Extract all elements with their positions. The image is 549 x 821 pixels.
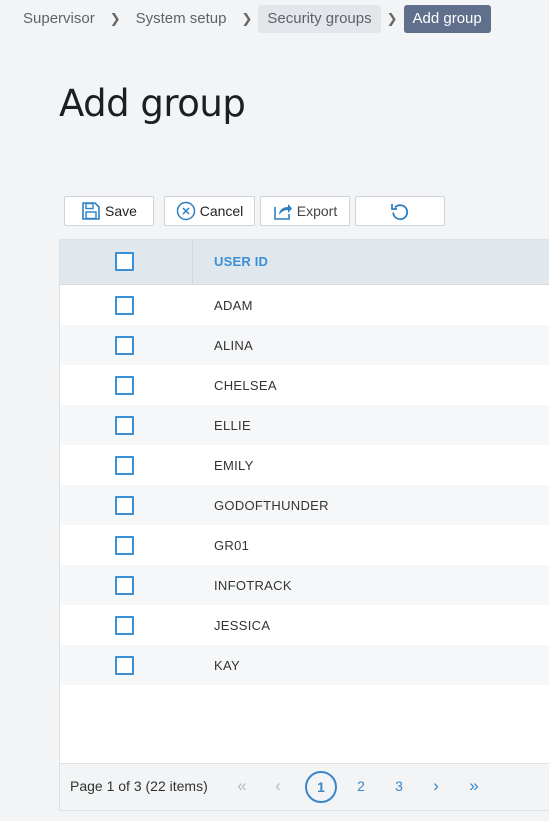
export-icon xyxy=(273,201,293,221)
row-checkbox[interactable] xyxy=(115,536,134,555)
next-page-icon[interactable]: › xyxy=(422,772,450,800)
row-checkbox[interactable] xyxy=(115,616,134,635)
first-page-icon[interactable]: « xyxy=(228,772,256,800)
chevron-right-icon: ❯ xyxy=(109,11,121,26)
table-row[interactable]: ELLIE xyxy=(60,405,549,445)
cancel-button[interactable]: Cancel xyxy=(164,196,255,226)
page-button-3[interactable]: 3 xyxy=(385,772,413,800)
breadcrumb-supervisor[interactable]: Supervisor xyxy=(14,5,104,33)
column-header-user-id[interactable]: USER ID xyxy=(214,254,268,269)
table-row[interactable]: ALINA xyxy=(60,325,549,365)
row-checkbox[interactable] xyxy=(115,416,134,435)
cancel-label: Cancel xyxy=(199,203,244,219)
user-id-cell: KAY xyxy=(214,658,240,673)
row-checkbox[interactable] xyxy=(115,576,134,595)
breadcrumb-system-setup[interactable]: System setup xyxy=(127,5,236,33)
table-row[interactable]: CHELSEA xyxy=(60,365,549,405)
user-id-cell: ADAM xyxy=(214,298,253,313)
user-id-cell: CHELSEA xyxy=(214,378,277,393)
user-id-cell: JESSICA xyxy=(214,618,271,633)
user-id-cell: INFOTRACK xyxy=(214,578,292,593)
breadcrumb-security-groups[interactable]: Security groups xyxy=(258,5,381,33)
select-all-checkbox[interactable] xyxy=(115,252,134,271)
chevron-right-icon: ❯ xyxy=(241,11,253,26)
select-column-header xyxy=(60,240,193,284)
last-page-icon[interactable]: » xyxy=(460,772,488,800)
grid-header: USER ID xyxy=(60,240,549,285)
page-button-1[interactable]: 1 xyxy=(305,771,337,803)
previous-page-icon[interactable]: ‹ xyxy=(264,772,292,800)
table-row[interactable]: ADAM xyxy=(60,285,549,325)
table-row[interactable]: EMILY xyxy=(60,445,549,485)
table-row[interactable]: KAY xyxy=(60,645,549,685)
pager: Page 1 of 3 (22 items) « ‹ 1 2 3 › » xyxy=(60,763,549,810)
page-title: Add group xyxy=(59,82,246,125)
users-grid: USER ID ADAM ALINA CHELSEA ELLIE EMILY G… xyxy=(59,239,549,811)
user-id-cell: ELLIE xyxy=(214,418,251,433)
save-label: Save xyxy=(105,203,137,219)
row-checkbox[interactable] xyxy=(115,656,134,675)
user-id-cell: GODOFTHUNDER xyxy=(214,498,329,513)
table-row[interactable]: JESSICA xyxy=(60,605,549,645)
export-label: Export xyxy=(296,203,338,219)
breadcrumb-add-group[interactable]: Add group xyxy=(403,5,491,33)
table-row[interactable]: GODOFTHUNDER xyxy=(60,485,549,525)
user-id-cell: GR01 xyxy=(214,538,250,553)
row-checkbox[interactable] xyxy=(115,496,134,515)
row-checkbox[interactable] xyxy=(115,456,134,475)
pager-info: Page 1 of 3 (22 items) xyxy=(70,778,208,794)
save-icon xyxy=(81,201,101,221)
chevron-right-icon: ❯ xyxy=(386,11,398,26)
grid-body: ADAM ALINA CHELSEA ELLIE EMILY GODOFTHUN… xyxy=(60,285,549,685)
user-id-cell: EMILY xyxy=(214,458,254,473)
table-row[interactable]: INFOTRACK xyxy=(60,565,549,605)
row-checkbox[interactable] xyxy=(115,376,134,395)
user-id-cell: ALINA xyxy=(214,338,254,353)
cancel-icon xyxy=(176,201,196,221)
row-checkbox[interactable] xyxy=(115,296,134,315)
refresh-icon xyxy=(390,201,410,221)
table-row[interactable]: GR01 xyxy=(60,525,549,565)
refresh-button[interactable] xyxy=(355,196,445,226)
breadcrumb: Supervisor ❯ System setup ❯ Security gro… xyxy=(14,5,491,33)
page-button-2[interactable]: 2 xyxy=(347,772,375,800)
row-checkbox[interactable] xyxy=(115,336,134,355)
export-button[interactable]: Export xyxy=(260,196,350,226)
save-button[interactable]: Save xyxy=(64,196,154,226)
